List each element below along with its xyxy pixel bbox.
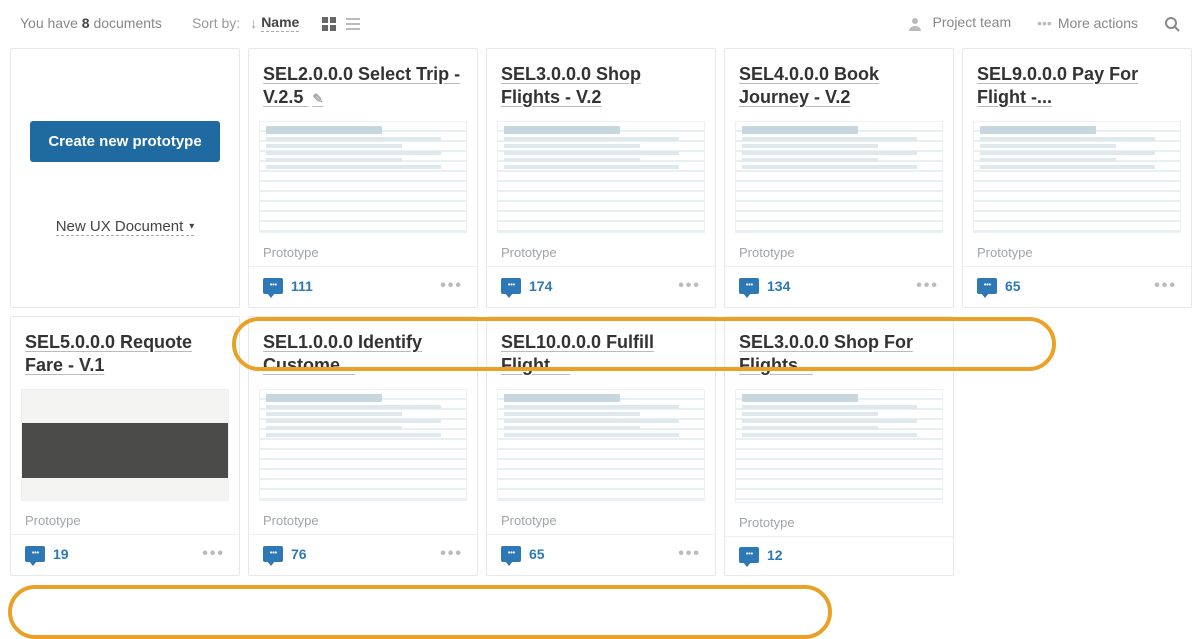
document-title[interactable]: SEL2.0.0.0 Select Trip - V.2.5 ✎ <box>249 49 477 119</box>
pencil-icon[interactable]: ✎ <box>312 91 323 106</box>
comments-button[interactable]: 65 <box>977 278 1021 294</box>
document-type: Prototype <box>963 237 1191 266</box>
comment-icon <box>25 546 45 562</box>
create-prototype-button[interactable]: Create new prototype <box>30 121 219 162</box>
document-type: Prototype <box>249 237 477 266</box>
comments-count: 12 <box>767 547 783 563</box>
card-menu-button[interactable]: ••• <box>1154 277 1177 295</box>
sort-arrow-icon: ↓ <box>250 15 257 31</box>
comment-icon <box>977 278 997 294</box>
document-title[interactable]: SEL1.0.0.0 Identify Custome... <box>249 317 477 387</box>
sort-field-dropdown[interactable]: Name <box>261 14 299 32</box>
doc-count-number: 8 <box>82 15 90 31</box>
document-card: SEL5.0.0.0 Requote Fare - V.1 Prototype … <box>10 316 240 576</box>
document-card: SEL2.0.0.0 Select Trip - V.2.5 ✎ Prototy… <box>248 48 478 308</box>
topbar-right: Project team ••• More actions <box>907 14 1180 31</box>
comments-count: 134 <box>767 278 790 294</box>
document-type: Prototype <box>725 507 953 536</box>
more-actions-label: More actions <box>1058 15 1138 31</box>
document-title[interactable]: SEL3.0.0.0 Shop For Flights... <box>725 317 953 387</box>
document-type: Prototype <box>249 505 477 534</box>
comment-icon <box>263 546 283 562</box>
comment-icon <box>263 278 283 294</box>
document-title[interactable]: SEL4.0.0.0 Book Journey - V.2 <box>725 49 953 119</box>
document-card: SEL1.0.0.0 Identify Custome... Prototype… <box>248 316 478 576</box>
document-card: SEL4.0.0.0 Book Journey - V.2 Prototype … <box>724 48 954 308</box>
comment-icon <box>501 278 521 294</box>
document-thumbnail[interactable] <box>21 389 229 501</box>
comments-button[interactable]: 111 <box>263 278 313 294</box>
topbar: You have 8 documents Sort by: ↓ Name Pro… <box>0 0 1200 48</box>
sortby-label: Sort by: <box>192 15 240 31</box>
new-ux-document-dropdown[interactable]: New UX Document ▾ <box>56 218 195 236</box>
comments-button[interactable]: 134 <box>739 278 790 294</box>
create-card: Create new prototype New UX Document ▾ <box>10 48 240 308</box>
comments-count: 65 <box>1005 278 1021 294</box>
project-team-label: Project team <box>933 14 1012 30</box>
ellipsis-icon: ••• <box>1037 15 1052 31</box>
comments-button[interactable]: 174 <box>501 278 552 294</box>
document-thumbnail[interactable] <box>973 121 1181 233</box>
card-menu-button[interactable]: ••• <box>440 277 463 295</box>
document-card: SEL10.0.0.0 Fulfill Flight ... Prototype… <box>486 316 716 576</box>
comments-button[interactable]: 76 <box>263 546 307 562</box>
card-menu-button[interactable]: ••• <box>916 277 939 295</box>
comments-count: 76 <box>291 546 307 562</box>
document-title[interactable]: SEL3.0.0.0 Shop Flights - V.2 <box>487 49 715 119</box>
list-view-icon[interactable] <box>345 14 361 31</box>
document-card: SEL3.0.0.0 Shop For Flights... Prototype… <box>724 316 954 576</box>
new-ux-document-label: New UX Document <box>56 218 184 235</box>
document-card: SEL9.0.0.0 Pay For Flight -... Prototype… <box>962 48 1192 308</box>
doc-count-suffix: documents <box>90 15 162 31</box>
document-card: SEL3.0.0.0 Shop Flights - V.2 Prototype … <box>486 48 716 308</box>
comments-count: 111 <box>291 278 313 294</box>
document-type: Prototype <box>487 237 715 266</box>
document-title[interactable]: SEL10.0.0.0 Fulfill Flight ... <box>487 317 715 387</box>
card-menu-button[interactable]: ••• <box>678 277 701 295</box>
comments-count: 65 <box>529 546 545 562</box>
comment-icon <box>739 547 759 563</box>
comments-button[interactable]: 12 <box>739 547 783 563</box>
doc-count: You have 8 documents <box>20 15 162 31</box>
view-toggle <box>321 14 361 31</box>
comments-button[interactable]: 19 <box>25 546 69 562</box>
comments-button[interactable]: 65 <box>501 546 545 562</box>
more-actions-link[interactable]: ••• More actions <box>1037 15 1138 31</box>
comments-count: 19 <box>53 546 69 562</box>
caret-down-icon: ▾ <box>189 221 194 232</box>
document-thumbnail[interactable] <box>735 389 943 503</box>
document-grid: Create new prototype New UX Document ▾ S… <box>0 48 1200 596</box>
project-team-link[interactable]: Project team <box>907 14 1011 31</box>
comment-icon <box>739 278 759 294</box>
document-type: Prototype <box>11 505 239 534</box>
card-menu-button[interactable]: ••• <box>678 545 701 563</box>
document-thumbnail[interactable] <box>259 121 467 233</box>
document-title[interactable]: SEL9.0.0.0 Pay For Flight -... <box>963 49 1191 119</box>
card-menu-button[interactable]: ••• <box>202 545 225 563</box>
document-thumbnail[interactable] <box>497 389 705 501</box>
search-icon[interactable] <box>1164 14 1180 31</box>
document-title[interactable]: SEL5.0.0.0 Requote Fare - V.1 <box>11 317 239 387</box>
comments-count: 174 <box>529 278 552 294</box>
document-thumbnail[interactable] <box>735 121 943 233</box>
comment-icon <box>501 546 521 562</box>
document-thumbnail[interactable] <box>497 121 705 233</box>
grid-view-icon[interactable] <box>321 14 337 31</box>
document-thumbnail[interactable] <box>259 389 467 501</box>
person-icon <box>907 14 927 30</box>
doc-count-prefix: You have <box>20 15 82 31</box>
document-type: Prototype <box>725 237 953 266</box>
card-menu-button[interactable]: ••• <box>440 545 463 563</box>
document-type: Prototype <box>487 505 715 534</box>
